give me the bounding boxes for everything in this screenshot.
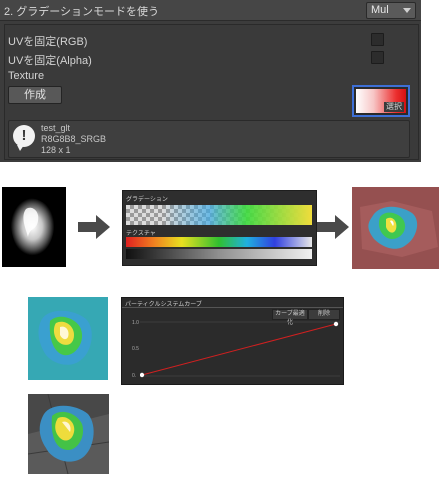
section-header: 2. グラデーションモードを使う Mul (0, 0, 421, 21)
curve-key-end[interactable] (333, 321, 339, 327)
texture-info-box: ! test_glt R8G8B8_SRGB 128 x 1 (8, 120, 410, 158)
gradient-alpha-bar[interactable] (126, 205, 312, 225)
texture-color-bar (126, 237, 312, 247)
y-axis-min-label: 0. (132, 373, 137, 379)
grayscale-source-texture (2, 187, 66, 267)
uv-fix-rgb-label: UVを固定(RGB) (8, 36, 88, 48)
texture-size: 128 x 1 (41, 145, 71, 155)
texture-gray-bar (126, 249, 312, 259)
section-title: 2. グラデーションモードを使う (4, 6, 160, 18)
curve-graph[interactable] (140, 320, 340, 380)
curve-key-start[interactable] (140, 372, 145, 378)
y-axis-mid-label: 0.5 (132, 346, 139, 352)
gradient-mode-panel: 2. グラデーションモードを使う Mul UVを固定(RGB) UVを固定(Al… (0, 0, 421, 162)
uv-fix-alpha-label: UVを固定(Alpha) (8, 55, 92, 67)
uv-fix-alpha-checkbox[interactable] (371, 51, 384, 64)
chevron-down-icon (403, 8, 411, 13)
texture-name: test_glt (41, 123, 71, 133)
mode-dropdown[interactable]: Mul (366, 2, 416, 19)
uv-fix-rgb-checkbox[interactable] (371, 33, 384, 46)
remove-curve-button[interactable]: 削除 (308, 309, 340, 320)
exclamation-icon: ! (13, 125, 35, 151)
gradient-editor-panel: グラデーション テクスチャ (122, 190, 317, 266)
gradient-label: グラデーション (126, 197, 168, 203)
texture-object-field[interactable]: 選択 (352, 85, 410, 117)
particle-curve-panel: パーティクルシステムカーブ カーブ最適化 削除 1.0 0.5 0. (121, 297, 344, 385)
texture-label: テクスチャ (126, 231, 156, 237)
texture-label: Texture (8, 70, 45, 82)
create-button[interactable]: 作成 (8, 86, 62, 104)
title-divider (122, 307, 343, 308)
optimize-curve-button[interactable]: カーブ最適化 (272, 309, 308, 326)
right-arrow-icon (78, 215, 110, 239)
gradient-mapped-result (352, 187, 439, 269)
particle-preview-blue (28, 297, 108, 380)
right-arrow-icon (317, 215, 349, 239)
texture-format: R8G8B8_SRGB (41, 134, 107, 144)
particle-preview-scene (28, 394, 109, 474)
y-axis-max-label: 1.0 (132, 320, 139, 326)
mode-dropdown-value: Mul (371, 4, 389, 16)
select-button[interactable]: 選択 (384, 102, 404, 112)
